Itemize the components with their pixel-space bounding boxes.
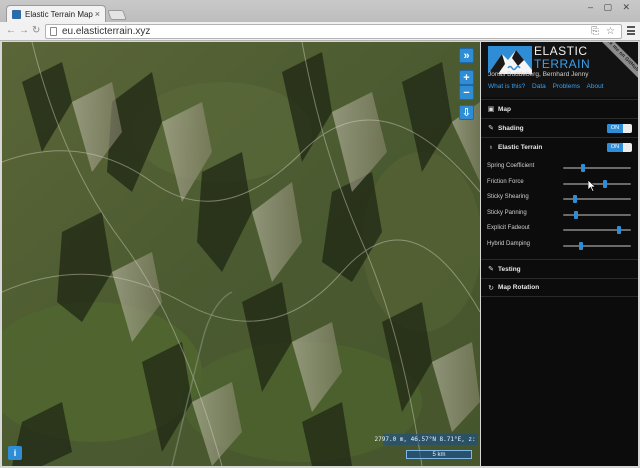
- section-elastic-label: Elastic Terrain: [498, 143, 543, 151]
- browser-tabstrip: Elastic Terrain Map × – ▢ ✕: [0, 0, 640, 22]
- slider-row: Sticky Shearing: [481, 191, 638, 207]
- mountain-logo-icon: [488, 46, 532, 74]
- link-about[interactable]: About: [587, 83, 604, 90]
- control-panel: ELASTIC TERRAIN Jonas Buddeberg, Bernhar…: [481, 42, 638, 466]
- terrain-relief: [2, 42, 480, 466]
- slider-label: Explicit Fadeout: [487, 225, 530, 231]
- reload-icon[interactable]: ↻: [32, 25, 40, 37]
- slider-row: Spring Coefficient: [481, 160, 638, 176]
- section-map-label: Map: [498, 105, 511, 113]
- browser-menu-icon[interactable]: [627, 26, 635, 35]
- link-problems[interactable]: Problems: [553, 83, 580, 90]
- info-links: What is this? Data Problems About: [488, 83, 609, 90]
- slider-track[interactable]: [563, 195, 631, 203]
- orientation-button[interactable]: ⇩: [459, 105, 474, 120]
- address-bar[interactable]: eu.elasticterrain.xyz ⎘ ☆: [45, 24, 622, 39]
- window-controls[interactable]: – ▢ ✕: [588, 2, 634, 13]
- mouse-pointer-icon: [588, 180, 596, 192]
- terrain-map[interactable]: » + − ⇩ i 2797.0 m, 46.57°N 8.71°E, z: 1…: [2, 42, 480, 466]
- zoom-in-button[interactable]: +: [459, 70, 474, 85]
- scale-bar: 5 km: [406, 450, 472, 459]
- brand-header: ELASTIC TERRAIN Jonas Buddeberg, Bernhar…: [481, 42, 638, 97]
- section-testing-label: Testing: [498, 265, 521, 273]
- slider-track[interactable]: [563, 164, 631, 172]
- section-shading-label: Shading: [498, 124, 524, 132]
- slider-row: Sticky Panning: [481, 207, 638, 223]
- slider-label: Spring Coefficient: [487, 163, 535, 169]
- elastic-toggle[interactable]: ON: [607, 143, 632, 152]
- new-tab-button[interactable]: [107, 10, 127, 20]
- rotate-icon: ↻: [488, 284, 494, 292]
- tab-close-icon[interactable]: ×: [95, 9, 100, 19]
- page-icon: [50, 27, 57, 36]
- slider-label: Sticky Panning: [487, 209, 527, 216]
- brush-icon: ✎: [488, 125, 494, 132]
- back-arrow-icon[interactable]: ←: [6, 25, 16, 37]
- slider-row: Explicit Fadeout: [481, 222, 638, 238]
- favicon-icon: [12, 9, 21, 19]
- section-map[interactable]: ▣ Map: [481, 99, 638, 118]
- slider-row: Hybrid Damping: [481, 238, 638, 254]
- slider-row: Friction Force: [481, 176, 638, 192]
- elastic-toggle-label: ON: [607, 143, 623, 152]
- browser-toolbar: ← → ↻ eu.elasticterrain.xyz ⎘ ☆: [0, 22, 640, 41]
- slider-knob[interactable]: [573, 195, 578, 203]
- slider-label: Sticky Shearing: [487, 194, 529, 200]
- browser-tab[interactable]: Elastic Terrain Map ×: [6, 5, 106, 22]
- authors-text: Jonas Buddeberg, Bernhard Jenny: [488, 71, 589, 78]
- link-data[interactable]: Data: [532, 83, 546, 90]
- slider-track[interactable]: [563, 226, 631, 234]
- url-text[interactable]: eu.elasticterrain.xyz: [62, 26, 150, 37]
- elastic-sliders: Spring Coefficient Friction Force Sticky…: [481, 156, 638, 259]
- github-ribbon[interactable]: fork me on GitHub: [593, 42, 638, 83]
- section-shading[interactable]: ✎ Shading ON: [481, 118, 638, 137]
- page-action-icon[interactable]: ⎘: [591, 26, 599, 37]
- section-elastic-terrain[interactable]: ♁ Elastic Terrain ON: [481, 137, 638, 156]
- slider-knob[interactable]: [616, 226, 621, 234]
- slider-track[interactable]: [563, 241, 631, 250]
- slider-track[interactable]: [563, 179, 631, 188]
- shading-toggle-label: ON: [607, 124, 623, 133]
- panel-toggle-button[interactable]: »: [459, 48, 474, 63]
- brand-subtitle: TERRAIN: [534, 57, 591, 71]
- slider-track[interactable]: [563, 210, 631, 219]
- coordinate-readout: 2797.0 m, 46.57°N 8.71°E, z: 11: [374, 434, 480, 445]
- image-icon: ▣: [487, 106, 495, 113]
- bookmark-star-icon[interactable]: ☆: [606, 26, 615, 37]
- bulb-icon: ♁: [488, 143, 494, 151]
- slider-knob[interactable]: [603, 179, 608, 188]
- section-map-rotation[interactable]: ↻ Map Rotation: [481, 278, 638, 297]
- info-button[interactable]: i: [8, 446, 22, 460]
- slider-label: Hybrid Damping: [487, 240, 531, 247]
- slider-knob[interactable]: [579, 241, 584, 250]
- section-rotation-label: Map Rotation: [498, 284, 540, 291]
- slider-knob[interactable]: [573, 210, 578, 219]
- zoom-out-button[interactable]: −: [459, 85, 474, 100]
- wrench-icon: ✎: [488, 266, 494, 273]
- forward-arrow-icon[interactable]: →: [19, 25, 29, 37]
- link-what-is-this[interactable]: What is this?: [488, 83, 525, 90]
- shading-toggle[interactable]: ON: [607, 124, 632, 133]
- tab-title: Elastic Terrain Map: [25, 9, 93, 19]
- slider-knob[interactable]: [581, 164, 586, 172]
- slider-label: Friction Force: [487, 178, 524, 185]
- section-testing[interactable]: ✎ Testing: [481, 259, 638, 278]
